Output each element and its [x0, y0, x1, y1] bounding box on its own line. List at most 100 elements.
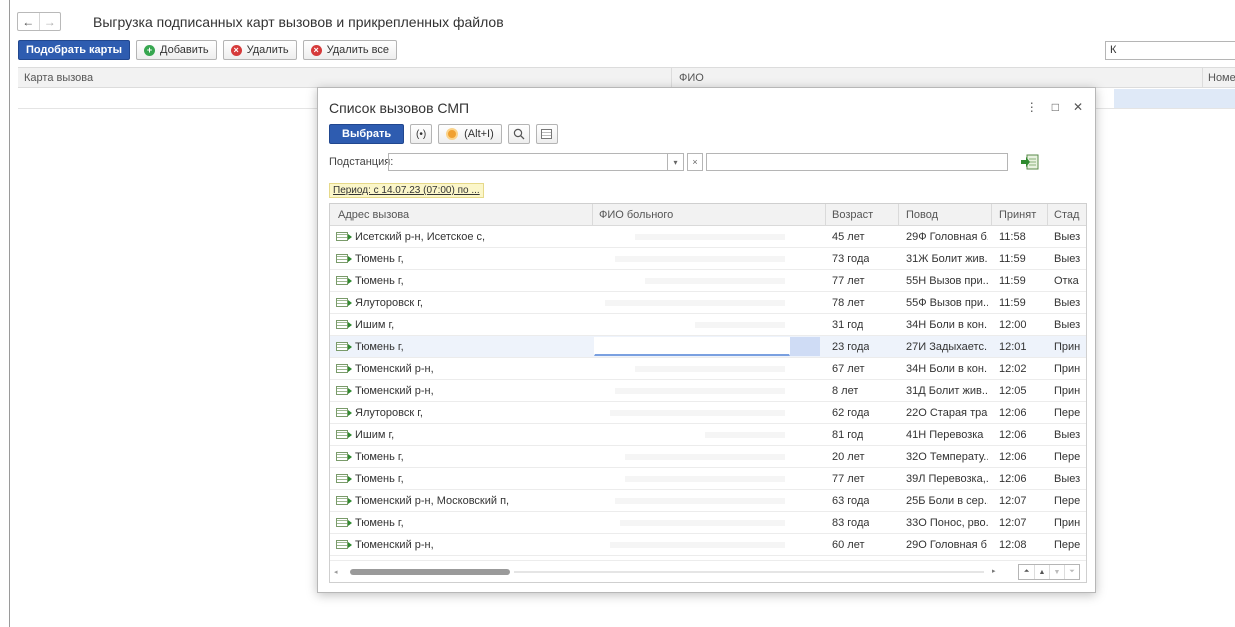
row-time: 12:06 [999, 429, 1027, 441]
row-time: 12:05 [999, 385, 1027, 397]
table-row[interactable]: Тюмень г, 20 лет 32О Температу... 12:06 Пере [330, 446, 1086, 468]
patient-name-redacted [635, 234, 785, 240]
select-button[interactable]: Выбрать [329, 124, 405, 144]
delete-all-icon: × [310, 44, 322, 56]
table-row[interactable]: Тюменский р-н, 8 лет 31Д Болит жив... 12:05… [330, 380, 1086, 402]
call-card-icon [336, 452, 352, 461]
apply-search-icon[interactable] [1021, 154, 1039, 170]
row-time: 11:58 [999, 231, 1026, 243]
column-age[interactable]: Возраст [832, 209, 873, 221]
add-button[interactable]: + Добавить [136, 40, 217, 60]
hotkey-button[interactable]: (Alt+I) [438, 124, 502, 144]
row-stage: Пере [1054, 451, 1081, 463]
row-time: 12:01 [999, 341, 1027, 353]
horizontal-scrollbar[interactable]: ◂ ▸ ⏶ ▲ ▼ ⏷ [330, 560, 1086, 582]
row-age: 62 года [832, 407, 870, 419]
search-input[interactable]: К [1105, 41, 1235, 60]
back-button[interactable]: ← [18, 13, 39, 30]
signal-icon [446, 128, 459, 140]
table-row[interactable]: Ишим г, 31 год 34Н Боли в кон... 12:00 Выез [330, 314, 1086, 336]
table-row[interactable]: Тюменский р-н, Московский п, 63 года 25Б Б… [330, 490, 1086, 512]
column-address[interactable]: Адрес вызова [338, 209, 409, 221]
prev-page-icon[interactable]: ▲ [1034, 565, 1049, 579]
first-page-icon[interactable]: ⏶ [1019, 565, 1034, 579]
call-card-icon [336, 298, 352, 307]
table-row[interactable]: Ишим г, 81 год 41Н Перевозка 12:06 Выез [330, 424, 1086, 446]
patient-name-redacted [635, 366, 785, 372]
table-row[interactable]: Тюмень г, 83 года 33О Понос, рво... 12:07 Пр… [330, 512, 1086, 534]
substation-clear[interactable]: × [687, 153, 703, 171]
table-row[interactable]: Тюмень г, 77 лет 55Н Вызов при... 11:59 Отка [330, 270, 1086, 292]
radio-button[interactable]: (•) [410, 124, 433, 144]
table-row[interactable]: Тюмень г, 73 года 31Ж Болит жив... 11:59 Вые… [330, 248, 1086, 270]
row-address: Тюменский р-н, [355, 539, 434, 551]
table-row[interactable]: Исетский р-н, Исетское с, 45 лет 29Ф Голов… [330, 226, 1086, 248]
column-accepted[interactable]: Принят [999, 209, 1036, 221]
last-page-icon[interactable]: ⏷ [1064, 565, 1079, 579]
calendar-button[interactable] [535, 124, 558, 144]
row-time: 12:06 [999, 407, 1027, 419]
column-separator [1202, 68, 1203, 88]
dialog-search-input[interactable] [706, 153, 1008, 171]
row-age: 83 года [832, 517, 870, 529]
table-row[interactable]: Тюменский р-н, 60 лет 29О Головная б... 12:… [330, 534, 1086, 556]
patient-name-redacted [645, 278, 785, 284]
column-separator [825, 204, 826, 226]
scroll-left-icon[interactable]: ◂ [334, 568, 338, 576]
row-edit-field[interactable] [594, 337, 790, 356]
delete-all-button[interactable]: × Удалить все [302, 40, 398, 60]
add-label: Добавить [160, 44, 209, 56]
column-separator [671, 68, 672, 88]
patient-name-redacted [695, 322, 785, 328]
patient-name-redacted [625, 454, 785, 460]
substation-input[interactable] [388, 153, 668, 171]
row-reason: 33О Понос, рво... [906, 517, 988, 529]
clear-icon: × [692, 157, 698, 167]
table-row[interactable]: Тюмень г, 23 года 27И Задыхаетс... 12:01 При… [330, 336, 1086, 358]
next-page-icon[interactable]: ▼ [1049, 565, 1064, 579]
search-icon [513, 128, 525, 140]
call-card-icon [336, 474, 352, 483]
search-button[interactable] [507, 124, 530, 144]
column-stage[interactable]: Стад [1054, 209, 1079, 221]
scroll-thumb[interactable] [350, 569, 510, 575]
row-stage: Пере [1054, 539, 1081, 551]
row-time: 12:06 [999, 473, 1027, 485]
patient-name-redacted [610, 542, 785, 548]
scroll-right-icon[interactable]: ▸ [992, 567, 996, 575]
column-call-card[interactable]: Карта вызова [24, 72, 93, 84]
column-reason[interactable]: Повод [906, 209, 938, 221]
column-patient[interactable]: ФИО больного [599, 209, 673, 221]
row-time: 12:08 [999, 539, 1027, 551]
select-label: Выбрать [342, 128, 392, 140]
call-card-icon [336, 496, 352, 505]
column-number[interactable]: Номе [1208, 72, 1235, 84]
row-age: 78 лет [832, 297, 865, 309]
page-title: Выгрузка подписанных карт вызовов и прик… [93, 14, 504, 30]
column-fio[interactable]: ФИО [679, 72, 704, 84]
forward-button[interactable]: → [38, 13, 61, 30]
row-age: 67 лет [832, 363, 865, 375]
period-filter[interactable]: Период: с 14.07.23 (07:00) по ... [329, 183, 484, 198]
selected-cell [1114, 89, 1235, 108]
row-address: Тюмень г, [355, 253, 404, 265]
row-age: 73 года [832, 253, 870, 265]
table-row[interactable]: Ялуторовск г, 62 года 22О Старая тра... 12:… [330, 402, 1086, 424]
maximize-icon[interactable]: □ [1052, 100, 1059, 114]
patient-name-redacted [610, 410, 785, 416]
calendar-icon [541, 129, 553, 139]
table-row[interactable]: Тюменский р-н, 67 лет 34Н Боли в кон... 12:… [330, 358, 1086, 380]
row-address: Тюмень г, [355, 473, 404, 485]
more-menu-icon[interactable]: ⋮ [1026, 100, 1038, 114]
substation-dropdown[interactable]: ▾ [668, 153, 684, 171]
table-row[interactable]: Ялуторовск г, 78 лет 55Ф Вызов при... 11:59… [330, 292, 1086, 314]
row-address: Тюмень г, [355, 451, 404, 463]
dialog-toolbar: Выбрать (•) (Alt+I) [329, 124, 558, 144]
pick-cards-button[interactable]: Подобрать карты [18, 40, 130, 60]
row-age: 45 лет [832, 231, 865, 243]
delete-button[interactable]: × Удалить [222, 40, 297, 60]
row-address: Ишим г, [355, 319, 395, 331]
table-row[interactable]: Тюмень г, 77 лет 39Л Перевозка,... 12:06 Вые… [330, 468, 1086, 490]
row-address: Тюменский р-н, [355, 363, 434, 375]
close-icon[interactable]: ✕ [1073, 100, 1083, 114]
